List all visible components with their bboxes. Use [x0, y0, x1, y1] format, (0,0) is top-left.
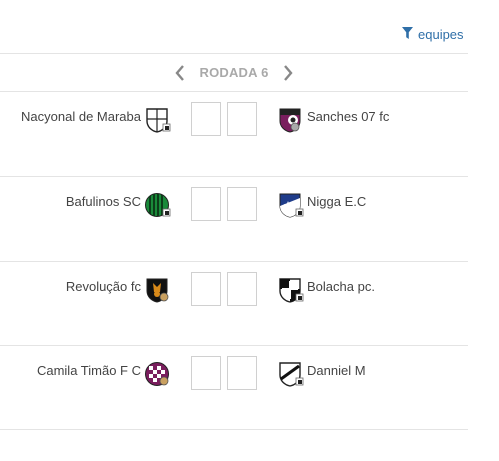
team-shield-icon: [278, 277, 304, 303]
match-row: Revolução fc Bolacha pc.: [0, 262, 468, 346]
away-team-name: Nigga E.C: [307, 194, 367, 209]
away-team-name: Bolacha pc.: [307, 279, 375, 294]
team-shield-icon: [145, 107, 171, 133]
round-navigation: RODADA 6: [0, 54, 468, 91]
away-team-name: Danniel M: [307, 363, 366, 378]
round-title: RODADA 6: [199, 65, 269, 80]
team-shield-icon: [145, 361, 171, 387]
match-row: Camila Timão F C Danniel M: [0, 346, 468, 430]
chevron-right-icon[interactable]: [281, 64, 295, 82]
home-team-name: Revolução fc: [65, 279, 141, 294]
team-shield-icon: [145, 277, 171, 303]
away-score-input[interactable]: [227, 187, 257, 221]
away-score-input[interactable]: [227, 272, 257, 306]
team-shield-icon: [145, 192, 171, 218]
teams-filter-button[interactable]: equipes: [402, 24, 492, 44]
away-team-name: Sanches 07 fc: [307, 109, 390, 124]
filter-icon: [402, 26, 413, 42]
home-team-name: Bafulinos SC: [65, 194, 141, 209]
home-team-name: Nacyonal de Maraba: [21, 109, 141, 124]
chevron-left-icon[interactable]: [173, 64, 187, 82]
away-score-input[interactable]: [227, 356, 257, 390]
match-row: Nacyonal de Maraba Sanches 07 fc: [0, 92, 468, 176]
home-score-input[interactable]: [191, 356, 221, 390]
divider: [0, 429, 468, 430]
home-team-name: Camila Timão F C: [36, 363, 141, 378]
teams-filter-label: equipes: [418, 26, 464, 42]
team-shield-icon: [278, 361, 304, 387]
team-shield-icon: [278, 107, 304, 133]
home-score-input[interactable]: [191, 272, 221, 306]
team-shield-icon: [278, 192, 304, 218]
match-row: Bafulinos SC Nigga E.C: [0, 177, 468, 261]
home-score-input[interactable]: [191, 187, 221, 221]
away-score-input[interactable]: [227, 102, 257, 136]
home-score-input[interactable]: [191, 102, 221, 136]
